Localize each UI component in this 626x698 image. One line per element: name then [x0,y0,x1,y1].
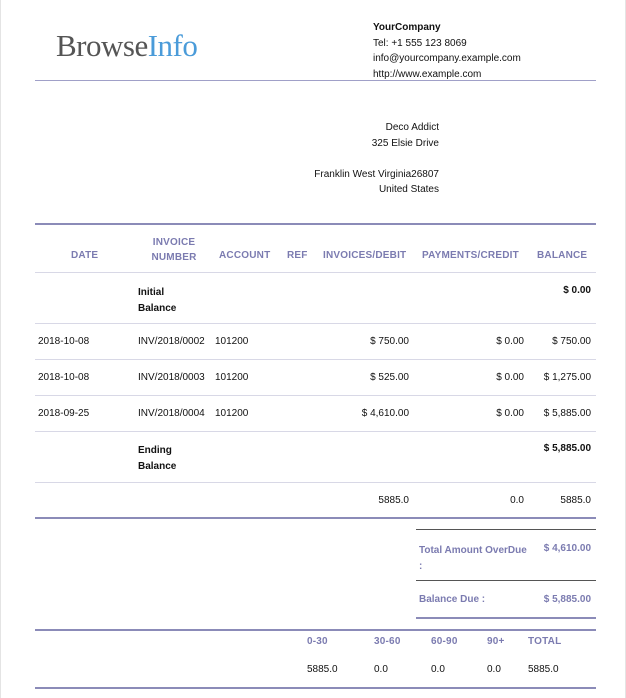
aging-header-60-90: 60-90 [431,636,458,647]
row-rule [35,323,596,324]
statement-page: BrowseInfo YourCompany Tel: +1 555 123 8… [0,0,626,698]
row-1-debit: $ 750.00 [370,336,409,347]
aging-top-rule [35,629,596,631]
row-rule [35,431,596,432]
logo-part-info: Info [147,28,198,63]
header-divider [35,80,596,81]
total-balance: 5885.0 [560,495,591,506]
col-header-credit: PAYMENTS/CREDIT [422,250,519,261]
aging-header-total: TOTAL [528,636,562,647]
company-tel: Tel: +1 555 123 8069 [373,37,467,49]
initial-label-line1: Initial [138,287,165,298]
aging-bottom-rule [35,687,596,689]
row-2-balance: $ 1,275.00 [543,372,591,383]
ending-label-line2: Balance [138,460,177,472]
aging-value-60-90: 0.0 [431,664,445,675]
overdue-value: $ 4,610.00 [543,543,591,554]
row-2-account: 101200 [215,372,249,383]
partner-country: United States [378,184,439,195]
partner-city: Franklin West Virginia26807 [314,168,439,180]
initial-balance-value: $ 0.00 [563,285,591,296]
aging-value-total: 5885.0 [528,664,559,675]
col-header-ref: REF [287,250,308,261]
col-header-invoice-line2: NUMBER [151,252,197,263]
col-header-account: ACCOUNT [219,250,271,261]
row-rule [35,359,596,360]
col-header-invoice: INVOICE NUMBER [151,235,197,265]
balance-due-label: Balance Due : [419,594,486,605]
overdue-label-line2: : [419,560,423,572]
summary-mid-rule [416,580,596,581]
table-bottom-rule [35,517,596,519]
row-3-balance: $ 5,885.00 [543,408,591,419]
aging-header-90-plus: 90+ [487,636,505,647]
company-name: YourCompany [373,22,441,33]
row-rule [35,482,596,483]
row-1-credit: $ 0.00 [496,336,524,347]
row-3-invoice[interactable]: INV/2018/0004 [138,408,205,419]
row-3-account: 101200 [215,408,249,419]
summary-top-rule [416,529,596,530]
total-credit: 0.0 [510,495,524,506]
initial-balance-label: Initial Balance [138,285,176,316]
ending-label-line1: Ending [138,445,172,456]
logo-part-browse: Browse [56,28,148,63]
row-3-debit: $ 4,610.00 [361,408,409,419]
partner-street: 325 Elsie Drive [371,137,439,149]
balance-due-value: $ 5,885.00 [543,594,591,605]
partner-address: Deco Addict 325 Elsie Drive Franklin Wes… [314,120,439,198]
partner-name: Deco Addict [385,122,439,133]
overdue-label: Total Amount OverDue : [419,543,527,574]
summary-bottom-rule [416,617,596,619]
ending-balance-label: Ending Balance [138,443,176,474]
row-1-account: 101200 [215,336,249,347]
company-email: info@yourcompany.example.com [373,53,521,64]
row-2-date: 2018-10-08 [38,372,90,383]
aging-value-90-plus: 0.0 [487,664,501,675]
row-1-date: 2018-10-08 [38,336,90,347]
col-header-debit: INVOICES/DEBIT [323,250,407,261]
col-header-balance: BALANCE [537,250,588,261]
row-rule [35,395,596,396]
ending-balance-value: $ 5,885.00 [543,443,591,454]
row-3-credit: $ 0.00 [496,408,524,419]
company-logo: BrowseInfo [56,28,198,64]
row-1-balance: $ 750.00 [552,336,591,347]
row-1-invoice[interactable]: INV/2018/0002 [138,336,205,347]
row-2-credit: $ 0.00 [496,372,524,383]
total-debit: 5885.0 [378,495,409,506]
header-bottom-rule [35,272,596,273]
aging-header-30-60: 30-60 [374,636,401,647]
row-3-date: 2018-09-25 [38,408,90,419]
col-header-date: DATE [71,250,99,261]
company-info: YourCompany Tel: +1 555 123 8069 info@yo… [373,20,521,82]
aging-header-0-30: 0-30 [307,636,328,647]
col-header-invoice-line1: INVOICE [152,237,196,248]
aging-value-30-60: 0.0 [374,664,388,675]
table-top-rule [35,223,596,225]
row-2-debit: $ 525.00 [370,372,409,383]
initial-label-line2: Balance [138,302,177,314]
overdue-label-line1: Total Amount OverDue [419,545,527,556]
aging-value-0-30: 5885.0 [307,664,338,675]
row-2-invoice[interactable]: INV/2018/0003 [138,372,205,383]
